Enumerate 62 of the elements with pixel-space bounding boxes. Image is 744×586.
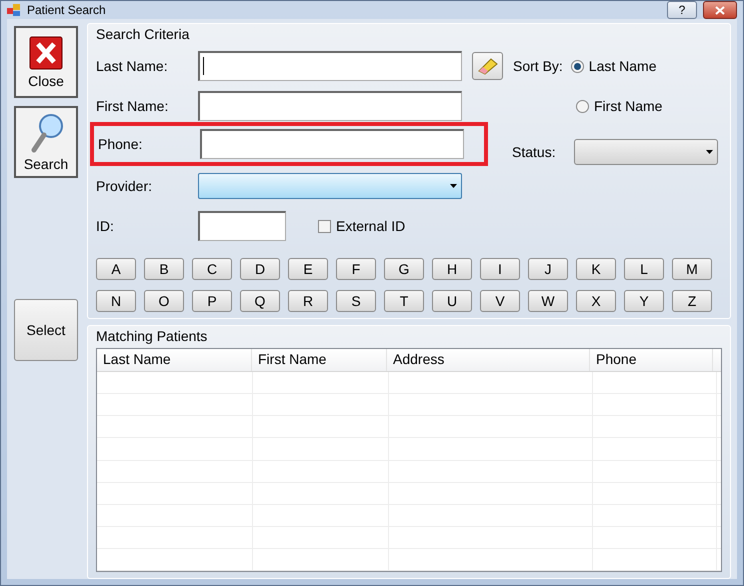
text-cursor [203, 57, 204, 75]
letter-button[interactable]: C [192, 258, 232, 280]
letter-button[interactable]: S [336, 290, 376, 312]
letter-button[interactable]: E [288, 258, 328, 280]
letter-button[interactable]: T [384, 290, 424, 312]
close-icon [715, 6, 725, 14]
panel-title: Matching Patients [96, 328, 208, 344]
letter-button[interactable]: P [192, 290, 232, 312]
provider-dropdown[interactable] [198, 173, 462, 199]
external-id-checkbox[interactable]: External ID [318, 218, 406, 234]
column-header[interactable]: Last Name [97, 349, 252, 372]
letter-button[interactable]: A [96, 258, 136, 280]
letter-button[interactable]: W [528, 290, 568, 312]
app-icon [7, 3, 21, 17]
letter-button[interactable]: Z [672, 290, 712, 312]
letter-button[interactable]: G [384, 258, 424, 280]
letter-button[interactable]: H [432, 258, 472, 280]
field-label: ID: [96, 218, 115, 234]
select-button[interactable]: Select [14, 299, 78, 361]
close-window-button[interactable] [703, 1, 737, 19]
eraser-icon [476, 57, 498, 75]
letter-button[interactable]: B [144, 258, 184, 280]
status-dropdown[interactable] [574, 139, 718, 165]
status-label: Status: [512, 144, 557, 160]
text-field[interactable] [198, 91, 462, 121]
letter-button[interactable]: O [144, 290, 184, 312]
id-field[interactable] [198, 211, 286, 241]
letter-button[interactable]: U [432, 290, 472, 312]
sort-radio[interactable]: Last Name [570, 58, 656, 74]
letter-button[interactable]: N [96, 290, 136, 312]
letter-button[interactable]: X [576, 290, 616, 312]
letter-button[interactable]: D [240, 258, 280, 280]
field-label: Provider: [96, 178, 154, 194]
sort-radio[interactable]: First Name [576, 98, 662, 114]
caret-icon [706, 150, 713, 154]
letter-button[interactable]: F [336, 258, 376, 280]
column-header[interactable]: Address [387, 349, 590, 372]
letter-button[interactable]: M [672, 258, 712, 280]
letter-button[interactable]: R [288, 290, 328, 312]
letter-button[interactable]: K [576, 258, 616, 280]
sort-by-label: Sort By: [513, 58, 563, 74]
letter-button[interactable]: Y [624, 290, 664, 312]
close-icon [29, 36, 63, 70]
letter-button[interactable]: I [480, 258, 520, 280]
field-label: Last Name: [96, 58, 169, 74]
caret-icon [450, 184, 457, 188]
field-label: Phone: [98, 136, 144, 152]
window-title: Patient Search [27, 3, 107, 17]
letter-button[interactable]: V [480, 290, 520, 312]
text-field[interactable] [200, 129, 464, 159]
clear-button[interactable] [472, 52, 503, 80]
column-header[interactable]: Phone [590, 349, 713, 372]
letter-button[interactable]: L [624, 258, 664, 280]
field-label: First Name: [96, 98, 170, 114]
letter-button[interactable]: Q [240, 290, 280, 312]
help-button[interactable]: ? [667, 1, 697, 19]
text-field[interactable] [198, 51, 462, 81]
search-button[interactable]: Search [14, 106, 78, 178]
close-button[interactable]: Close [14, 26, 78, 98]
panel-title: Search Criteria [96, 26, 190, 42]
column-header[interactable]: First Name [252, 349, 387, 372]
letter-button[interactable]: J [528, 258, 568, 280]
